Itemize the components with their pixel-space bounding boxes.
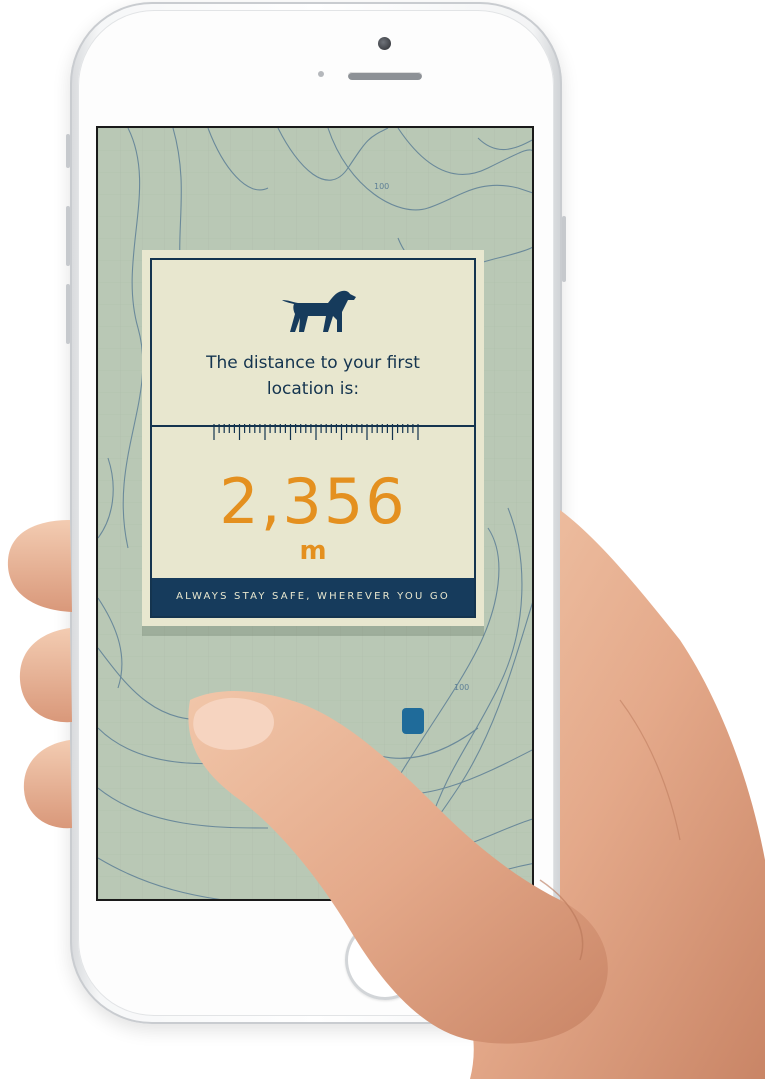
ruler-ticks (213, 424, 419, 440)
product-mockup: 100 100 The distance to your first locat… (0, 0, 765, 1079)
mute-switch (66, 134, 70, 168)
home-button[interactable] (345, 920, 425, 1000)
proximity-sensor (318, 71, 324, 77)
distance-message-line-1: The distance to your first (206, 353, 420, 373)
card-frame: The distance to your first location is: … (150, 258, 476, 618)
contour-label-2: 100 (454, 683, 469, 692)
app-screen: 100 100 The distance to your first locat… (96, 126, 534, 901)
card-header: The distance to your first location is: (152, 260, 474, 427)
map-action-button[interactable] (402, 708, 424, 734)
volume-down-button (66, 284, 70, 344)
distance-message-line-2: location is: (266, 379, 360, 399)
contour-label-1: 100 (374, 182, 389, 191)
power-button (562, 216, 566, 282)
distance-card: The distance to your first location is: … (142, 250, 484, 626)
front-camera (378, 37, 391, 50)
safety-banner: ALWAYS STAY SAFE, WHEREVER YOU GO (152, 578, 474, 616)
distance-message: The distance to your first location is: (162, 350, 464, 402)
distance-unit: m (299, 536, 327, 566)
distance-value: 2,356 (219, 465, 407, 538)
earpiece-speaker (348, 72, 422, 80)
volume-up-button (66, 206, 70, 266)
dog-icon (282, 290, 356, 332)
